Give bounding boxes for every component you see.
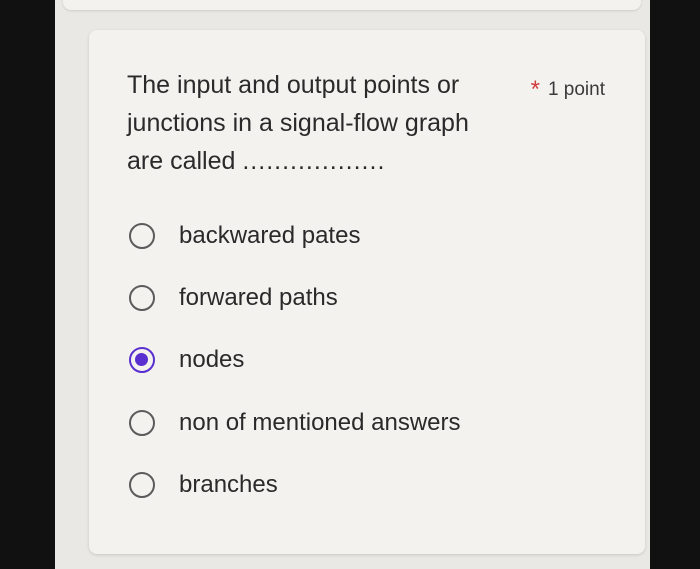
option-label: backwared pates — [179, 222, 361, 249]
radio-button[interactable] — [129, 285, 155, 311]
option-branches[interactable]: branches — [129, 465, 278, 505]
option-label: nodes — [179, 346, 245, 373]
option-nodes[interactable]: nodes — [129, 340, 244, 380]
points-indicator: * 1 point — [531, 76, 605, 104]
question-blank: .................. — [242, 147, 386, 175]
option-label: non of mentioned answers — [179, 409, 461, 436]
question-card: The input and output points or junctions… — [89, 30, 645, 554]
required-asterisk: * — [530, 76, 540, 103]
option-backwared-pates[interactable]: backwared pates — [129, 216, 360, 256]
question-title: The input and output points or junctions… — [127, 66, 487, 180]
form-screen: The input and output points or junctions… — [55, 0, 650, 569]
points-label: 1 point — [547, 79, 605, 100]
option-label: branches — [179, 471, 278, 498]
option-non-of-mentioned-answers[interactable]: non of mentioned answers — [129, 403, 461, 443]
previous-question-card — [63, 0, 641, 10]
radio-button[interactable] — [129, 410, 155, 436]
radio-button-selected[interactable] — [129, 347, 155, 373]
option-label: forwared paths — [179, 284, 338, 311]
option-forwared-paths[interactable]: forwared paths — [129, 278, 338, 318]
radio-button[interactable] — [129, 223, 155, 249]
radio-button[interactable] — [129, 472, 155, 498]
